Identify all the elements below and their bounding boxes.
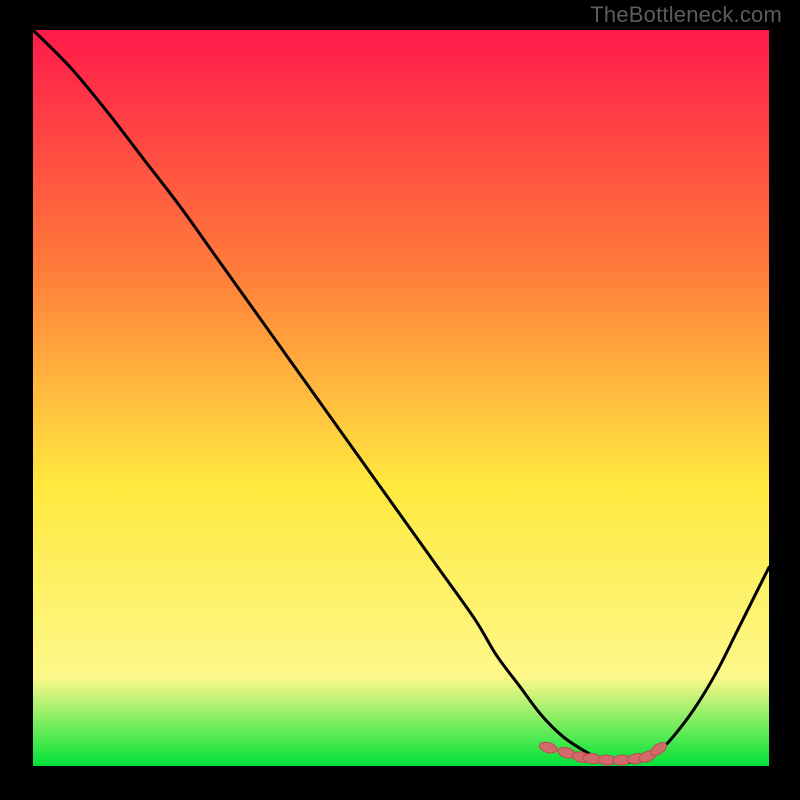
bottleneck-chart (33, 30, 769, 766)
gradient-background (33, 30, 769, 766)
plot-area (33, 30, 769, 766)
chart-frame: TheBottleneck.com (0, 0, 800, 800)
watermark-text: TheBottleneck.com (590, 2, 782, 28)
